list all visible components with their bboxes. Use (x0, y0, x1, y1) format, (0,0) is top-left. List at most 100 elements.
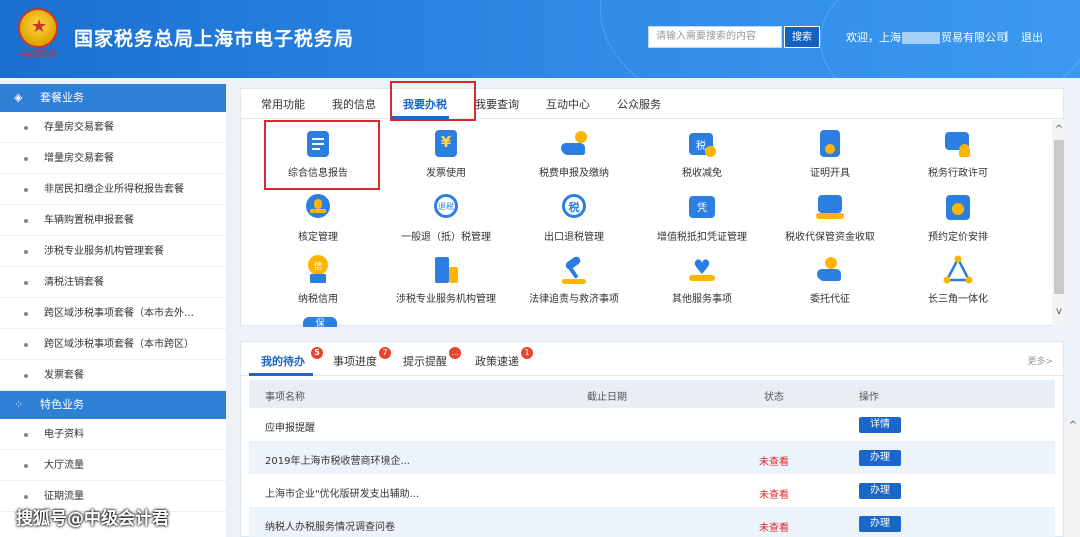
row-name[interactable]: 纳税人办税服务情况调查问卷 (265, 518, 395, 533)
row-name[interactable]: 上海市企业"优化版研发支出辅助... (265, 485, 419, 500)
sidebar-group-feature[interactable]: ⁘ 特色业务 (0, 391, 226, 419)
tile-label: 税收代保管资金收取 (785, 232, 875, 243)
tile-assessment[interactable]: 核定管理 (253, 193, 383, 243)
details-button[interactable]: 详情 (859, 417, 901, 433)
emblem-icon (18, 8, 58, 48)
scroll-up-icon[interactable]: ^ (1052, 124, 1066, 135)
tab-my-info[interactable]: 我的信息 (332, 96, 376, 112)
tile-invoice-use[interactable]: ¥ 发票使用 (381, 129, 511, 179)
highlight-box-tab (390, 81, 476, 121)
tab-reminders[interactable]: 提示提醒 ... (403, 347, 461, 369)
tile-label: 委托代征 (810, 294, 850, 305)
tab-public-service[interactable]: 公众服务 (617, 96, 661, 112)
grid-icon: ⁘ (14, 398, 24, 411)
sidebar-group-package[interactable]: ◈ 套餐业务 (0, 84, 226, 112)
sidebar-group-label: 套餐业务 (40, 91, 84, 104)
scrollbar-thumb[interactable] (1054, 140, 1064, 294)
count-badge: 7 (379, 347, 391, 359)
tile-pricing-arrangement[interactable]: 预约定价安排 (893, 193, 1023, 243)
scroll-up-icon[interactable]: ^ (1066, 420, 1080, 431)
page-scrollbar[interactable]: ^ (1066, 420, 1080, 537)
table-row: 2019年上海市税收营商环境企... 未查看 办理 (249, 441, 1055, 474)
handle-button[interactable]: 办理 (859, 516, 901, 532)
todo-panel: 我的待办 5 事项进度 7 提示提醒 ... 政策速递 1 更多> 事项名称 截… (240, 341, 1064, 537)
tile-yangtze-delta[interactable]: 长三角一体化 (893, 255, 1023, 305)
sidebar-item[interactable]: 跨区域涉税事项套餐（本市跨区） (0, 329, 226, 360)
tile-label: 法律追责与救济事项 (529, 294, 619, 305)
col-header-deadline: 截止日期 (587, 392, 627, 403)
tile-export-refund[interactable]: 税 出口退税管理 (509, 193, 639, 243)
tile-label: 纳税信用 (298, 294, 338, 305)
sidebar: ◈ 套餐业务 存量房交易套餐 增量房交易套餐 非居民扣缴企业所得税报告套餐 车辆… (0, 84, 226, 537)
tile-label: 涉税专业服务机构管理 (396, 294, 496, 305)
sidebar-item[interactable]: 大厅流量 (0, 450, 226, 481)
tile-label: 出口退税管理 (544, 232, 604, 243)
calendar-icon (943, 193, 973, 223)
tile-label: 税务行政许可 (928, 168, 988, 179)
highlight-box-tile (264, 120, 380, 190)
sidebar-item[interactable]: 增量房交易套餐 (0, 143, 226, 174)
emblem-text: 中国税务 (19, 50, 56, 60)
handle-button[interactable]: 办理 (859, 450, 901, 466)
search-button[interactable]: 搜索 (784, 26, 820, 48)
tile-vat-deduction[interactable]: 凭 增值税抵扣凭证管理 (637, 193, 767, 243)
tab-interaction[interactable]: 互动中心 (546, 96, 590, 112)
tile-certificate[interactable]: 证明开具 (765, 129, 895, 179)
tile-tax-declaration[interactable]: 税费申报及缴纳 (509, 129, 639, 179)
tab-progress[interactable]: 事项进度 7 (333, 347, 391, 369)
col-header-name: 事项名称 (265, 392, 305, 403)
tile-legal-remedy[interactable]: 法律追责与救济事项 (509, 255, 639, 305)
triangle-network-icon (943, 255, 973, 285)
yuan-invoice-icon: ¥ (431, 129, 461, 159)
logout-link[interactable]: 退出 (1021, 29, 1043, 45)
tab-common[interactable]: 常用功能 (261, 96, 305, 112)
sidebar-item[interactable]: 清税注销套餐 (0, 267, 226, 298)
tile-custody-funds[interactable]: 税收代保管资金收取 (765, 193, 895, 243)
scroll-down-icon[interactable]: v (1052, 306, 1066, 317)
tab-my-todo[interactable]: 我的待办 5 (261, 347, 323, 369)
tile-other-services[interactable]: ♥ 其他服务事项 (637, 255, 767, 305)
tile-label: 税收减免 (682, 168, 722, 179)
service-panel-scrollbar[interactable]: ^ v (1052, 120, 1066, 326)
welcome-prefix: 欢迎，上海 (846, 31, 901, 44)
row-status: 未查看 (759, 523, 789, 534)
sidebar-item[interactable]: 跨区域涉税事项套餐（本市去外… (0, 298, 226, 329)
tab-label: 政策速递 (475, 355, 519, 368)
handle-button[interactable]: 办理 (859, 483, 901, 499)
sidebar-item[interactable]: 涉税专业服务机构管理套餐 (0, 236, 226, 267)
sidebar-group-label: 特色业务 (40, 398, 84, 411)
todo-tabs: 我的待办 5 事项进度 7 提示提醒 ... 政策速递 1 更多> (241, 342, 1063, 376)
search-input[interactable]: 请输入需要搜索的内容 (648, 26, 782, 48)
active-tab-indicator (249, 373, 313, 376)
tab-policy[interactable]: 政策速递 1 (475, 347, 533, 369)
count-badge: ... (449, 347, 461, 359)
tile-label: 预约定价安排 (928, 232, 988, 243)
tile-agency-management[interactable]: 涉税专业服务机构管理 (381, 255, 511, 305)
col-header-action: 操作 (859, 392, 879, 403)
license-icon (943, 129, 973, 159)
sidebar-item[interactable]: 存量房交易套餐 (0, 112, 226, 143)
voucher-icon: 凭 (687, 193, 717, 223)
sidebar-item[interactable]: 电子资料 (0, 419, 226, 450)
stamp-icon (303, 193, 333, 223)
more-link[interactable]: 更多> (1027, 354, 1053, 367)
row-status: 未查看 (759, 490, 789, 501)
tile-label: 核定管理 (298, 232, 338, 243)
tab-label: 事项进度 (333, 355, 377, 368)
sidebar-item[interactable]: 非居民扣缴企业所得税报告套餐 (0, 174, 226, 205)
sidebar-item[interactable]: 发票套餐 (0, 360, 226, 391)
row-name[interactable]: 2019年上海市税收营商环境企... (265, 452, 410, 467)
tax-emblem-logo: 中国税务 (14, 8, 62, 62)
tile-label: 证明开具 (810, 168, 850, 179)
sidebar-item[interactable]: 车辆购置税申报套餐 (0, 205, 226, 236)
row-name[interactable]: 应申报提醒 (265, 419, 315, 434)
tab-query[interactable]: 我要查询 (475, 96, 519, 112)
main-tabs: 常用功能 我的信息 我要办税 我要查询 互动中心 公众服务 (241, 89, 1063, 119)
tile-tax-credit[interactable]: 信 纳税信用 (253, 255, 383, 305)
tile-administrative-license[interactable]: 税务行政许可 (893, 129, 1023, 179)
tile-general-refund[interactable]: 退税 一般退（抵）税管理 (381, 193, 511, 243)
heart-hands-icon: ♥ (687, 255, 717, 285)
tile-entrusted-collection[interactable]: 委托代征 (765, 255, 895, 305)
welcome-suffix: 贸易有限公司 (941, 31, 1007, 44)
tile-tax-reduction[interactable]: 税 税收减免 (637, 129, 767, 179)
